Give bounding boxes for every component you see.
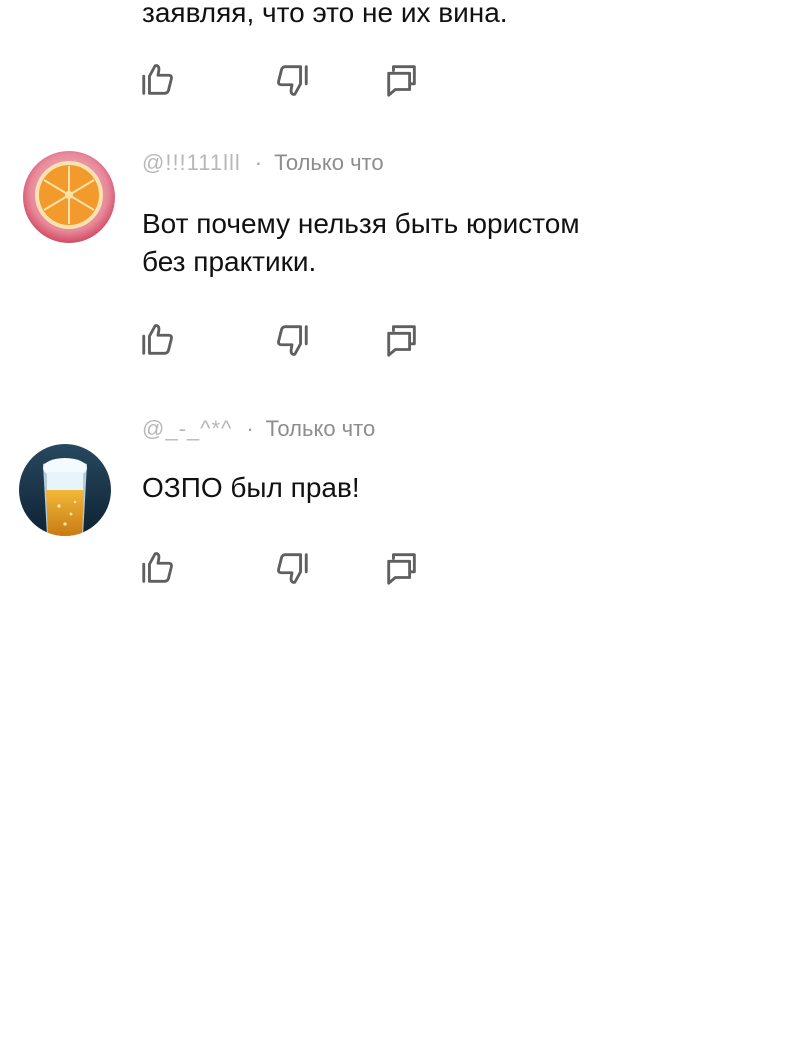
avatar[interactable] — [19, 444, 111, 536]
comment-meta: @_-_^*^ · Только что — [142, 416, 375, 442]
thumb-down-icon — [277, 65, 308, 96]
thumb-up-icon — [142, 64, 173, 95]
author-handle[interactable]: @!!!111lll — [142, 150, 241, 176]
comment-text-line-2: без практики. — [142, 246, 317, 277]
separator-dot: · — [246, 416, 254, 441]
comment-actions — [138, 320, 438, 360]
comment-text: заявляя, что это не их вина. — [142, 0, 508, 28]
avatar[interactable] — [23, 151, 115, 243]
thumb-up-icon — [142, 552, 173, 583]
comment-text-line-1: Вот почему нельзя быть юристом — [142, 208, 580, 239]
reply-button[interactable] — [382, 60, 422, 100]
separator-dot: · — [254, 150, 263, 175]
beer-glass-avatar-image — [19, 444, 111, 536]
reply-icon — [387, 65, 416, 97]
reply-icon — [387, 553, 416, 585]
comment-actions — [138, 60, 438, 100]
reply-button[interactable] — [382, 548, 422, 588]
comment-meta: @!!!111lll · Только что — [142, 150, 384, 176]
dislike-button[interactable] — [272, 320, 312, 360]
author-handle[interactable]: @_-_^*^ — [142, 416, 232, 442]
comment-text: ОЗПО был прав! — [142, 472, 360, 503]
thumb-down-icon — [277, 325, 308, 356]
thumb-up-icon — [142, 324, 173, 355]
dislike-button[interactable] — [272, 60, 312, 100]
reply-icon — [387, 325, 416, 357]
dislike-button[interactable] — [272, 548, 312, 588]
reply-button[interactable] — [382, 320, 422, 360]
timestamp: Только что — [274, 150, 384, 175]
orange-slice-avatar-image — [23, 151, 115, 243]
like-button[interactable] — [138, 548, 178, 588]
comment-actions — [138, 548, 438, 588]
timestamp: Только что — [265, 416, 376, 441]
thumb-down-icon — [277, 553, 308, 584]
like-button[interactable] — [138, 320, 178, 360]
like-button[interactable] — [138, 60, 178, 100]
